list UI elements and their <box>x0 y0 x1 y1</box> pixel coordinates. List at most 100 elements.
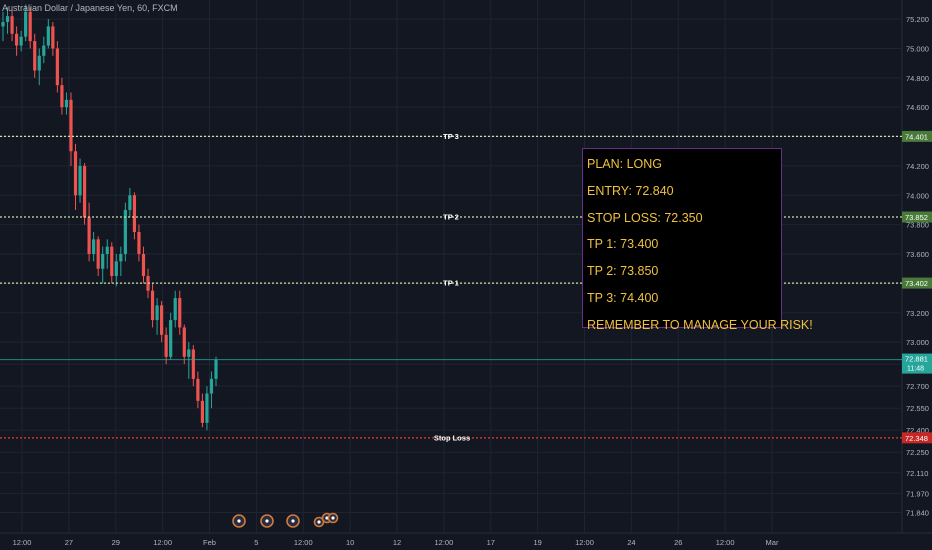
candle-body <box>51 26 55 49</box>
candle-body <box>42 45 46 56</box>
candle-body <box>105 246 109 255</box>
candle-body <box>82 165 87 218</box>
candle-body <box>128 195 132 210</box>
price-chart[interactable]: TP 3 TP 2 TP 1 Stop Loss 71.840 71.970 72.110… <box>0 0 932 550</box>
candle-body <box>46 26 50 46</box>
candle-body <box>155 305 159 321</box>
candle-body <box>37 55 41 71</box>
price-tick-label: 72.110 <box>906 469 928 478</box>
price-tick-label: 72.250 <box>906 448 929 457</box>
price-tick-label: 72.700 <box>906 382 929 391</box>
time-tick-label: 12:00 <box>294 538 313 547</box>
time-tick-label: 29 <box>112 538 120 547</box>
economic-event-dot <box>317 520 321 524</box>
candle-body <box>78 165 82 196</box>
economic-event-dot <box>265 519 269 523</box>
time-tick-label: Mar <box>766 538 779 547</box>
candle-body <box>73 151 78 196</box>
candle-body <box>137 231 141 255</box>
candle-body <box>33 41 37 71</box>
candle-body <box>114 261 118 277</box>
take-profit-label: TP 2 <box>443 213 459 222</box>
candle-body <box>101 254 105 269</box>
candle-body <box>173 298 177 321</box>
current-price-countdown: 11:48 <box>907 366 924 373</box>
time-tick-label: 12 <box>393 538 401 547</box>
time-tick-label: 12:00 <box>716 538 735 547</box>
time-tick-label: 12:00 <box>13 538 32 547</box>
candle-body <box>69 99 73 152</box>
trade-plan-box: PLAN: LONG ENTRY: 72.840 STOP LOSS: 72.3… <box>582 148 813 332</box>
time-tick-label: 12:00 <box>153 538 172 547</box>
grid-lines <box>0 0 932 534</box>
level-price-value: 73.852 <box>905 213 928 222</box>
price-tick-label: 71.840 <box>906 508 929 517</box>
price-axis[interactable]: 71.84071.97072.11072.25072.40072.55072.7… <box>902 15 932 517</box>
time-tick-label: Feb <box>203 538 216 547</box>
candle-body <box>64 99 69 108</box>
candle-body <box>10 16 14 34</box>
time-tick-label: 19 <box>533 538 541 547</box>
candle-body <box>209 378 214 394</box>
candle-body <box>141 254 146 277</box>
time-tick-label: 12:00 <box>575 538 594 547</box>
take-profit-label: TP 3 <box>443 132 459 141</box>
candle-body <box>182 327 186 357</box>
candle-body <box>132 195 137 232</box>
candle-body <box>110 246 114 277</box>
price-tick-label: 74.800 <box>906 74 929 83</box>
candle-body <box>92 239 96 255</box>
candle-body <box>160 305 164 335</box>
event-markers[interactable] <box>232 512 339 528</box>
plan-tp2: TP 2: 73.850 <box>587 264 659 279</box>
candle-body <box>150 290 155 321</box>
time-tick-label: 17 <box>487 538 495 547</box>
candle-body <box>19 36 23 46</box>
time-tick-label: 5 <box>254 538 258 547</box>
plan-tp3: TP 3: 74.400 <box>587 290 659 305</box>
time-axis[interactable]: 12:00 27 29 12:00 Feb 5 12:00 10 12 12:00 17 19 12:0… <box>13 538 779 547</box>
plan-reminder: REMEMBER TO MANAGE YOUR RISK! <box>587 317 813 332</box>
candle-body <box>24 11 28 37</box>
candle-body <box>55 48 59 86</box>
chart-stage: TP 3 TP 2 TP 1 Stop Loss 71.840 71.970 72.110… <box>0 0 932 550</box>
price-tick-label: 71.970 <box>906 489 929 498</box>
candle-body <box>96 239 100 269</box>
price-tick-label: 73.000 <box>906 338 929 347</box>
chart-title: Australian Dollar / Japanese Yen, 60, FX… <box>2 3 178 13</box>
stop-loss-label: Stop Loss <box>434 433 470 442</box>
economic-event-dot <box>237 519 241 523</box>
candle-body <box>28 11 32 42</box>
plan-stop-loss: STOP LOSS: 72.350 <box>587 210 703 225</box>
price-tick-label: 73.600 <box>906 250 929 259</box>
candle-body <box>1 22 5 27</box>
price-tick-label: 73.200 <box>906 309 929 318</box>
price-tick-label: 74.200 <box>906 162 929 171</box>
candle-body <box>200 400 205 423</box>
level-price-value: 73.402 <box>905 279 928 288</box>
candle-body <box>205 393 209 423</box>
price-tick-label: 75.000 <box>906 44 929 53</box>
candle-body <box>169 320 173 357</box>
level-price-value: 74.401 <box>905 132 928 141</box>
candle-body <box>87 217 91 255</box>
plan-direction: PLAN: LONG <box>587 157 663 171</box>
price-tick-label: 74.600 <box>906 103 929 112</box>
time-tick-label: 27 <box>65 538 73 547</box>
plan-tp1: TP 1: 73.400 <box>587 237 659 252</box>
plan-entry: ENTRY: 72.840 <box>587 183 674 198</box>
price-tick-label: 75.200 <box>906 15 929 24</box>
economic-event-dot <box>291 519 295 523</box>
price-tick-label: 74.000 <box>906 191 929 200</box>
time-tick-label: 26 <box>674 538 682 547</box>
level-price-value: 72.348 <box>905 434 928 443</box>
candle-body <box>187 349 191 357</box>
candle-body <box>5 16 10 23</box>
economic-event-dot <box>331 516 335 520</box>
candle-body <box>196 378 200 401</box>
current-price-value: 72.881 <box>905 355 928 364</box>
candle-body <box>178 298 182 328</box>
time-tick-label: 12:00 <box>434 538 453 547</box>
candle-body <box>14 33 19 46</box>
candle-body <box>214 359 218 379</box>
